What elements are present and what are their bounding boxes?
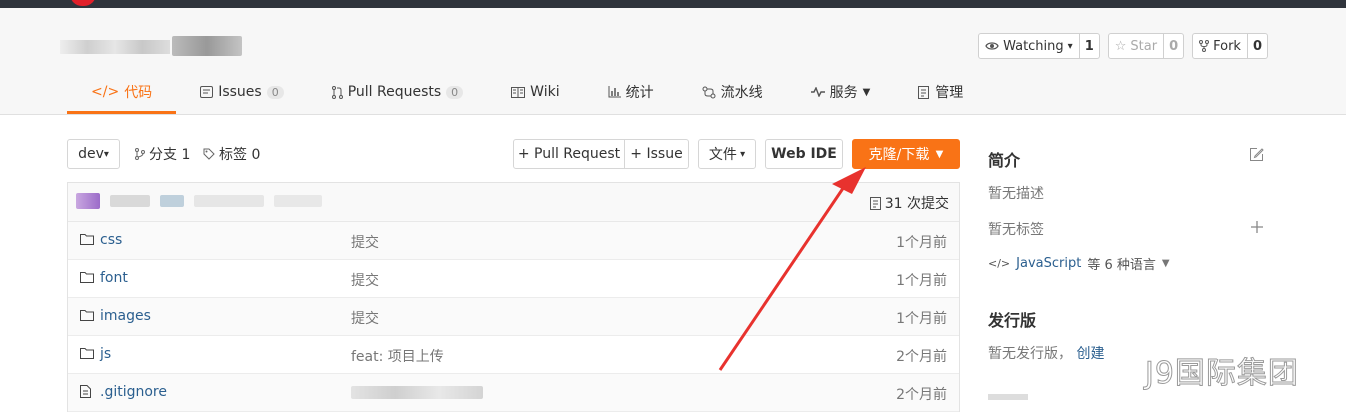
annotation-arrow-icon (718, 167, 866, 371)
watermark: J9国际集团 (1145, 356, 1299, 392)
